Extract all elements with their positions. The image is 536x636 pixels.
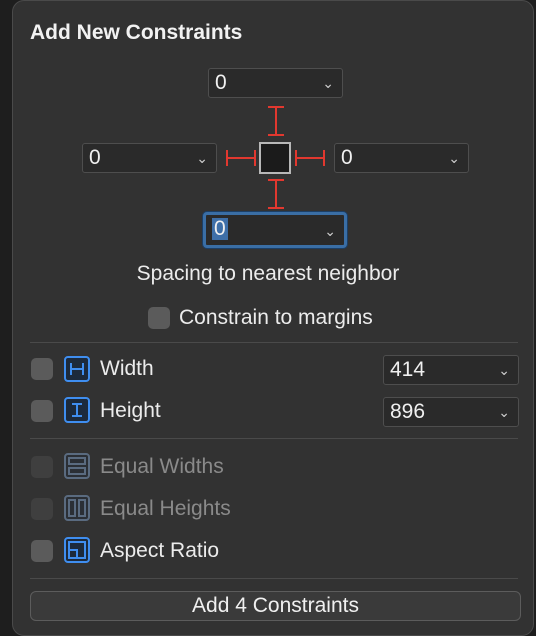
add-constraints-button[interactable]: Add 4 Constraints [30, 591, 521, 621]
chevron-down-icon[interactable]: ⌄ [498, 398, 510, 426]
equal-heights-checkbox[interactable] [31, 498, 53, 520]
aspect-ratio-checkbox[interactable] [31, 540, 53, 562]
selected-view-box [259, 142, 291, 174]
top-spacing-value: 0 [215, 71, 227, 94]
equal-widths-label: Equal Widths [100, 455, 224, 478]
chevron-down-icon[interactable]: ⌄ [196, 144, 208, 172]
equal-widths-icon [64, 453, 90, 479]
right-spacing-value: 0 [341, 146, 353, 169]
spacing-caption: Spacing to nearest neighbor [136, 262, 400, 285]
chevron-down-icon[interactable]: ⌄ [324, 217, 336, 245]
equal-widths-checkbox[interactable] [31, 456, 53, 478]
chevron-down-icon[interactable]: ⌄ [322, 69, 334, 97]
chevron-down-icon[interactable]: ⌄ [448, 144, 460, 172]
divider [30, 438, 518, 439]
height-checkbox[interactable] [31, 400, 53, 422]
width-label: Width [100, 357, 154, 380]
top-spacing-field[interactable]: 0 ⌄ [208, 68, 343, 98]
top-strut-icon[interactable] [264, 104, 288, 138]
left-strut-icon[interactable] [224, 146, 258, 170]
height-constraint-icon [64, 397, 90, 423]
right-strut-icon[interactable] [293, 146, 327, 170]
aspect-ratio-label: Aspect Ratio [100, 539, 220, 562]
constrain-margins-checkbox[interactable] [148, 307, 170, 329]
divider [30, 578, 518, 579]
bottom-spacing-value: 0 [212, 217, 228, 240]
height-label: Height [100, 399, 161, 422]
width-value: 414 [390, 358, 426, 381]
chevron-down-icon[interactable]: ⌄ [498, 356, 510, 384]
divider [30, 342, 518, 343]
left-spacing-value: 0 [89, 146, 101, 169]
height-value-field[interactable]: 896 ⌄ [383, 397, 519, 427]
bottom-spacing-field[interactable]: 0 ⌄ [203, 212, 347, 248]
width-value-field[interactable]: 414 ⌄ [383, 355, 519, 385]
right-spacing-field[interactable]: 0 ⌄ [334, 143, 469, 173]
height-value: 896 [390, 400, 426, 423]
constrain-margins-label: Constrain to margins [179, 306, 373, 329]
panel-title: Add New Constraints [30, 21, 243, 44]
aspect-ratio-icon [64, 537, 90, 563]
width-constraint-icon [64, 356, 90, 382]
equal-heights-label: Equal Heights [100, 497, 231, 520]
bottom-strut-icon[interactable] [264, 177, 288, 211]
width-checkbox[interactable] [31, 358, 53, 380]
equal-heights-icon [64, 495, 90, 521]
left-spacing-field[interactable]: 0 ⌄ [82, 143, 217, 173]
